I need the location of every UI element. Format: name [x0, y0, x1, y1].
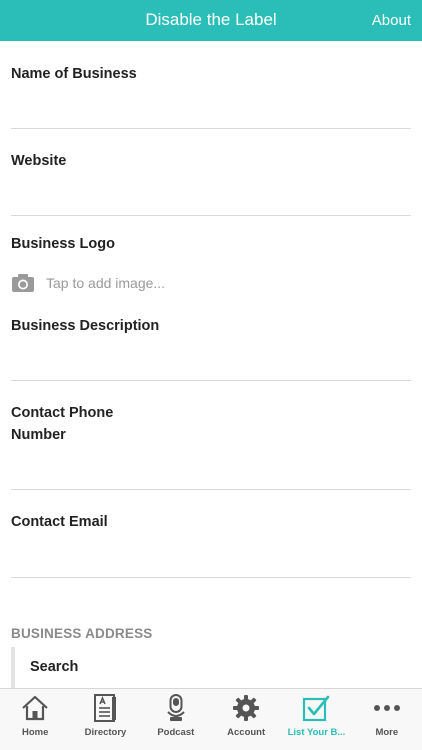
page-title: Disable the Label [145, 10, 277, 29]
website-label: Website [11, 153, 67, 169]
address-search-block[interactable]: Search [11, 647, 422, 689]
form-content: Name of Business Website Business Logo T… [0, 41, 422, 689]
tab-account-label: Account [227, 727, 266, 738]
tab-home-label: Home [21, 727, 49, 738]
camera-icon [12, 274, 34, 292]
contact-phone-label-line2: Number [11, 427, 66, 443]
tab-podcast-label: Podcast [157, 727, 195, 738]
address-search-label: Search [30, 659, 79, 675]
microphone-icon [167, 694, 185, 721]
logo-placeholder-text: Tap to add image... [46, 275, 166, 291]
tab-more-label: More [375, 727, 399, 738]
contact-email-label: Contact Email [11, 514, 108, 530]
business-description-input[interactable] [11, 346, 411, 381]
contact-phone-label: Contact Phone Number [11, 402, 113, 446]
business-name-label: Name of Business [11, 66, 137, 82]
top-bar: Disable the Label About [0, 0, 422, 41]
tab-more[interactable]: More [352, 689, 422, 750]
tab-podcast[interactable]: Podcast [141, 689, 211, 750]
home-icon [22, 695, 48, 721]
tab-directory[interactable]: Directory [70, 689, 140, 750]
contact-email-input[interactable] [11, 543, 411, 578]
more-icon [373, 705, 400, 711]
tab-home[interactable]: Home [0, 689, 70, 750]
business-name-input[interactable] [11, 94, 411, 129]
add-logo-button[interactable]: Tap to add image... [11, 271, 165, 295]
bottom-tab-bar: Home Directory Podcast Account List Your… [0, 688, 422, 750]
website-input[interactable] [11, 181, 411, 216]
contact-phone-input[interactable] [11, 455, 411, 490]
directory-icon [94, 694, 117, 722]
tab-list-your-business-label: List Your B... [287, 727, 346, 738]
business-description-label: Business Description [11, 318, 160, 334]
contact-phone-label-line1: Contact Phone [11, 405, 114, 421]
business-address-section-header: BUSINESS ADDRESS [11, 626, 153, 641]
tab-account[interactable]: Account [211, 689, 281, 750]
business-logo-label: Business Logo [11, 236, 115, 252]
tab-list-your-business[interactable]: List Your B... [281, 689, 351, 750]
gear-icon [233, 695, 260, 721]
tab-directory-label: Directory [84, 727, 127, 738]
about-button[interactable]: About [372, 0, 411, 41]
checkbox-icon [303, 695, 330, 722]
